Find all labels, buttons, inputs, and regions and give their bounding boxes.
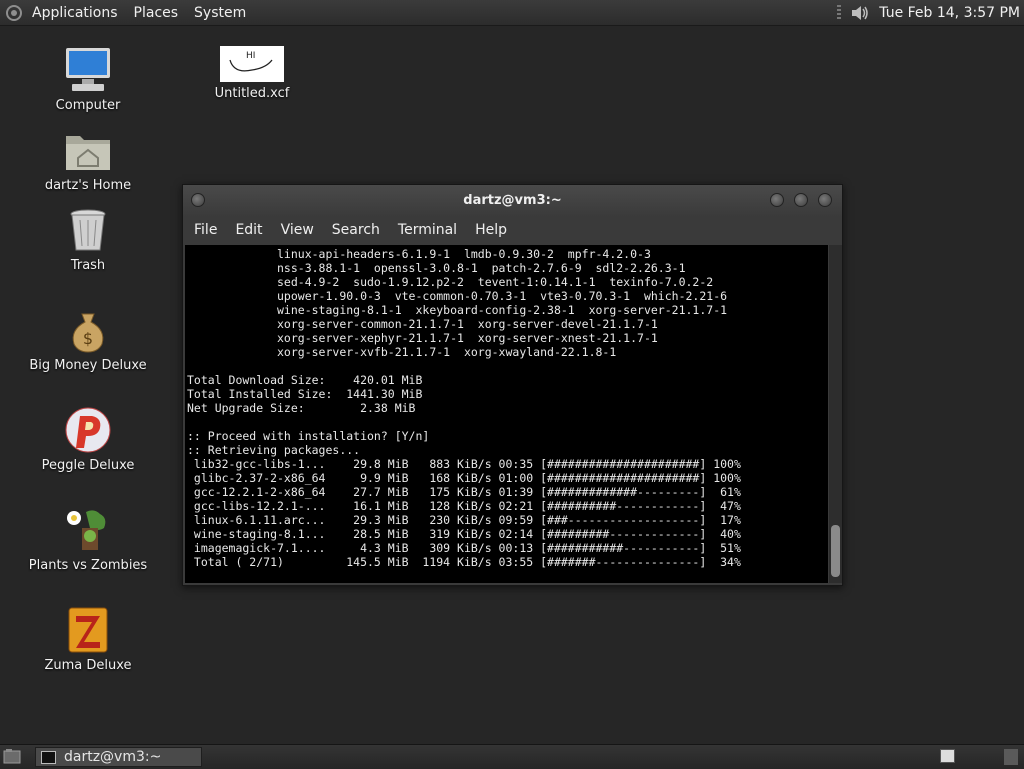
desktop-icon-computer[interactable]: Computer — [18, 46, 158, 113]
taskbar-label: dartz@vm3:~ — [64, 749, 162, 765]
menu-file[interactable]: File — [185, 222, 226, 238]
desktop-icon-home[interactable]: dartz's Home — [18, 126, 158, 193]
terminal-icon — [41, 750, 56, 764]
desktop-icon-label: Computer — [55, 98, 121, 113]
maximize-icon[interactable] — [794, 193, 808, 207]
close-icon[interactable] — [818, 193, 832, 207]
scrollbar-thumb[interactable] — [831, 525, 840, 577]
panel-grip-icon — [837, 4, 842, 21]
volume-icon[interactable] — [849, 2, 871, 24]
terminal-text: linux-api-headers-6.1.9-1 lmdb-0.9.30-2 … — [187, 247, 741, 569]
menu-help[interactable]: Help — [466, 222, 516, 238]
system-menu[interactable]: System — [186, 5, 254, 21]
menu-terminal[interactable]: Terminal — [389, 222, 466, 238]
xcf-thumbnail-text: HI — [246, 51, 255, 61]
plants-icon — [64, 506, 112, 554]
applications-menu[interactable]: Applications — [24, 5, 126, 21]
menu-view[interactable]: View — [272, 222, 323, 238]
window-title: dartz@vm3:~ — [463, 193, 562, 208]
places-menu[interactable]: Places — [126, 5, 187, 21]
terminal-window[interactable]: dartz@vm3:~ File Edit View Search Termin… — [182, 184, 843, 586]
top-panel: Applications Places System Tue Feb 14, 3… — [0, 0, 1024, 26]
desktop-icon-label: Big Money Deluxe — [29, 358, 147, 373]
clock[interactable]: Tue Feb 14, 3:57 PM — [879, 5, 1020, 21]
distro-logo-icon[interactable] — [6, 4, 22, 21]
desktop-icon-plants[interactable]: Plants vs Zombies — [18, 506, 158, 573]
desktop-icon-label: Plants vs Zombies — [28, 558, 148, 573]
desktop-icon-label: Untitled.xcf — [214, 86, 290, 101]
top-panel-tray: Tue Feb 14, 3:57 PM — [837, 0, 1020, 25]
peggle-icon — [64, 406, 112, 454]
workspace-switcher[interactable] — [940, 749, 955, 763]
desktop-icon-label: dartz's Home — [44, 178, 132, 193]
xcf-image-icon: HI — [220, 46, 284, 82]
terminal-scrollbar[interactable] — [829, 245, 842, 583]
desktop-icon-label: Peggle Deluxe — [41, 458, 135, 473]
menu-edit[interactable]: Edit — [226, 222, 271, 238]
money-bag-icon: $ — [64, 306, 112, 354]
menu-search[interactable]: Search — [323, 222, 389, 238]
minimize-icon[interactable] — [770, 193, 784, 207]
zuma-icon — [64, 606, 112, 654]
trash-icon — [64, 206, 112, 254]
desktop-icon-big-money[interactable]: $ Big Money Deluxe — [18, 306, 158, 373]
svg-text:$: $ — [83, 329, 93, 348]
terminal-titlebar[interactable]: dartz@vm3:~ — [183, 185, 842, 217]
taskbar-terminal-button[interactable]: dartz@vm3:~ — [35, 747, 202, 767]
terminal-output[interactable]: linux-api-headers-6.1.9-1 lmdb-0.9.30-2 … — [185, 245, 828, 583]
terminal-menubar: File Edit View Search Terminal Help — [183, 217, 842, 243]
desktop-icon-untitled-xcf[interactable]: HI Untitled.xcf — [182, 46, 322, 101]
home-folder-icon — [64, 126, 112, 174]
computer-icon — [64, 46, 112, 94]
desktop-icon-label: Trash — [70, 258, 106, 273]
trash-applet-icon[interactable] — [1004, 749, 1018, 765]
show-desktop-icon[interactable] — [3, 748, 21, 765]
desktop-icon-zuma[interactable]: Zuma Deluxe — [18, 606, 158, 673]
bottom-panel: dartz@vm3:~ — [0, 744, 1024, 769]
desktop-icon-peggle[interactable]: Peggle Deluxe — [18, 406, 158, 473]
window-menu-icon[interactable] — [191, 193, 205, 207]
desktop-icon-trash[interactable]: Trash — [18, 206, 158, 273]
desktop-icon-label: Zuma Deluxe — [44, 658, 132, 673]
